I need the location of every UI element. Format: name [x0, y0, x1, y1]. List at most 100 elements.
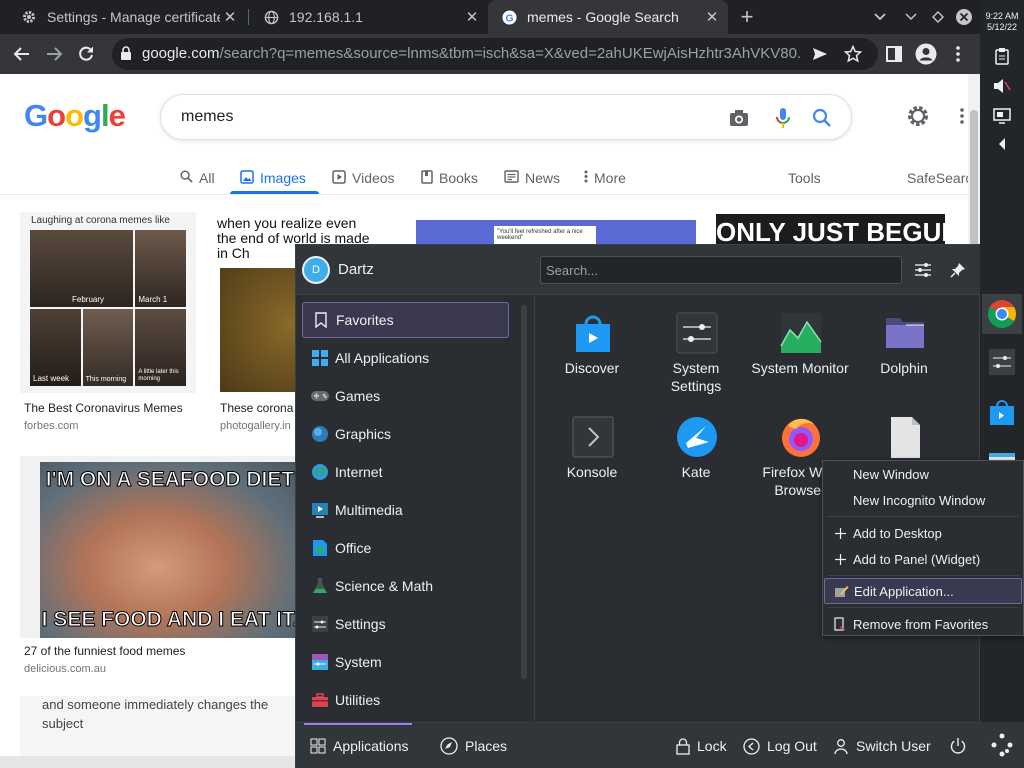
app-discover[interactable]: Discover: [542, 312, 642, 412]
url-text[interactable]: google.com/search?q=memes&source=lnms&tb…: [142, 45, 802, 62]
profile-avatar-icon[interactable]: [912, 40, 940, 68]
pin-icon[interactable]: [944, 256, 972, 284]
category-office[interactable]: Office: [302, 530, 509, 566]
power-icon[interactable]: [949, 735, 967, 757]
tab-settings[interactable]: Settings - Manage certificates ✕: [8, 0, 246, 34]
bookmark-star-icon[interactable]: [843, 44, 863, 64]
launcher-search-input[interactable]: Search...: [540, 256, 902, 284]
task-chrome[interactable]: [982, 294, 1022, 334]
tab-google-search[interactable]: G memes - Google Search ✕: [488, 0, 728, 34]
category-label: Office: [335, 540, 372, 556]
clipboard-icon[interactable]: [990, 44, 1014, 68]
applications-tab[interactable]: Applications: [310, 735, 409, 757]
category-multimedia[interactable]: Multimedia: [302, 492, 509, 528]
back-icon[interactable]: [8, 40, 36, 68]
category-graphics[interactable]: Graphics: [302, 416, 509, 452]
microphone-icon[interactable]: [771, 106, 795, 130]
result-thumbnail[interactable]: I'M ON A SEAFOOD DIET I SEE FOOD AND I E…: [20, 456, 300, 638]
tab-search-icon[interactable]: [868, 5, 892, 29]
menu-item-edit-application[interactable]: Edit Application...: [824, 578, 1022, 604]
category-internet[interactable]: Internet: [302, 454, 509, 490]
compass-icon: [440, 737, 458, 755]
tab-videos[interactable]: Videos: [332, 163, 395, 193]
category-all-applications[interactable]: All Applications: [302, 340, 509, 376]
lock-button[interactable]: Lock: [676, 735, 727, 757]
menu-item-new-window[interactable]: New Window: [824, 461, 1022, 487]
image-icon: [240, 169, 254, 187]
lock-icon: [676, 737, 690, 755]
category-science-math[interactable]: Science & Math: [302, 568, 509, 604]
tab-title: memes - Google Search: [527, 9, 679, 25]
kate-icon: [676, 416, 718, 458]
logo-letter: G: [24, 98, 48, 133]
apps-menu-icon[interactable]: [960, 108, 964, 129]
camera-icon[interactable]: [727, 106, 751, 130]
search-query[interactable]: memes: [181, 108, 233, 126]
collapse-arrow-icon[interactable]: [990, 132, 1014, 156]
tab-all[interactable]: All: [180, 163, 215, 193]
menu-item-remove-from-favorites[interactable]: Remove from Favorites: [824, 611, 1022, 637]
close-tab-icon[interactable]: ✕: [220, 8, 240, 26]
side-panel-icon[interactable]: [880, 40, 908, 68]
search-icon[interactable]: [810, 106, 834, 130]
switch-user-button[interactable]: Switch User: [833, 735, 931, 757]
lock-icon[interactable]: [120, 46, 132, 65]
tab-books[interactable]: Books: [421, 163, 478, 193]
tab-news[interactable]: News: [504, 163, 560, 193]
close-tab-icon[interactable]: ✕: [462, 8, 482, 26]
display-icon[interactable]: [990, 104, 1014, 128]
send-icon[interactable]: [810, 44, 830, 64]
browser-menu-icon[interactable]: [944, 40, 972, 68]
new-tab-button[interactable]: +: [735, 4, 759, 29]
logo-letter: o: [65, 98, 84, 133]
logout-icon: [743, 737, 760, 755]
image-result[interactable]: and someone immediately changes the subj…: [20, 696, 296, 756]
task-system-settings[interactable]: [982, 342, 1022, 382]
system-panel: 9:22 AM 5/12/22: [980, 0, 1024, 768]
tools-button[interactable]: Tools: [788, 163, 821, 193]
gear-icon[interactable]: [906, 104, 932, 130]
menu-item-new-incognito-window[interactable]: New Incognito Window: [824, 487, 1022, 513]
grid-icon: [310, 348, 330, 368]
app-konsole[interactable]: Konsole: [542, 416, 642, 516]
menu-item-add-to-panel[interactable]: Add to Panel (Widget): [824, 546, 1022, 572]
category-scrollbar[interactable]: [521, 305, 527, 679]
app-system-monitor[interactable]: System Monitor: [750, 312, 850, 412]
image-result[interactable]: Laughing at corona memes like February M…: [20, 212, 196, 436]
category-favorites[interactable]: Favorites: [302, 302, 509, 338]
configure-icon[interactable]: [909, 256, 937, 284]
tab-router[interactable]: 192.168.1.1 ✕: [250, 0, 488, 34]
menu-item-add-to-desktop[interactable]: Add to Desktop: [824, 520, 1022, 546]
close-window-icon[interactable]: [952, 5, 976, 29]
application-launcher-button[interactable]: [980, 722, 1024, 768]
image-result[interactable]: I'M ON A SEAFOOD DIET I SEE FOOD AND I E…: [20, 456, 300, 678]
logout-button[interactable]: Log Out: [743, 735, 817, 757]
tab-more[interactable]: More: [584, 163, 626, 193]
remove-icon: [832, 617, 848, 631]
avatar[interactable]: D: [302, 256, 330, 284]
volume-muted-icon[interactable]: [990, 74, 1014, 98]
task-discover[interactable]: [982, 392, 1022, 432]
minimize-icon[interactable]: [899, 5, 923, 29]
close-tab-icon[interactable]: ✕: [702, 8, 722, 26]
scroll-thumb[interactable]: [970, 110, 978, 250]
result-thumbnail[interactable]: and someone immediately changes the subj…: [20, 696, 296, 756]
clock[interactable]: 9:22 AM 5/12/22: [980, 11, 1024, 33]
forward-icon[interactable]: [40, 40, 68, 68]
app-system-settings[interactable]: System Settings: [646, 312, 746, 412]
places-tab[interactable]: Places: [440, 735, 507, 757]
maximize-icon[interactable]: [926, 5, 950, 29]
category-games[interactable]: Games: [302, 378, 509, 414]
google-search-box[interactable]: memes: [160, 94, 852, 140]
category-utilities[interactable]: Utilities: [302, 682, 509, 718]
app-kate[interactable]: Kate: [646, 416, 746, 516]
category-settings[interactable]: Settings: [302, 606, 509, 642]
tab-images[interactable]: Images: [240, 163, 306, 193]
google-logo[interactable]: Google: [24, 98, 126, 134]
gear-icon: [21, 9, 37, 25]
category-system[interactable]: System: [302, 644, 509, 680]
app-dolphin[interactable]: Dolphin: [854, 312, 954, 412]
reload-icon[interactable]: [72, 40, 100, 68]
address-bar[interactable]: google.com/search?q=memes&source=lnms&tb…: [112, 38, 878, 70]
result-thumbnail[interactable]: Laughing at corona memes like February M…: [20, 212, 196, 393]
